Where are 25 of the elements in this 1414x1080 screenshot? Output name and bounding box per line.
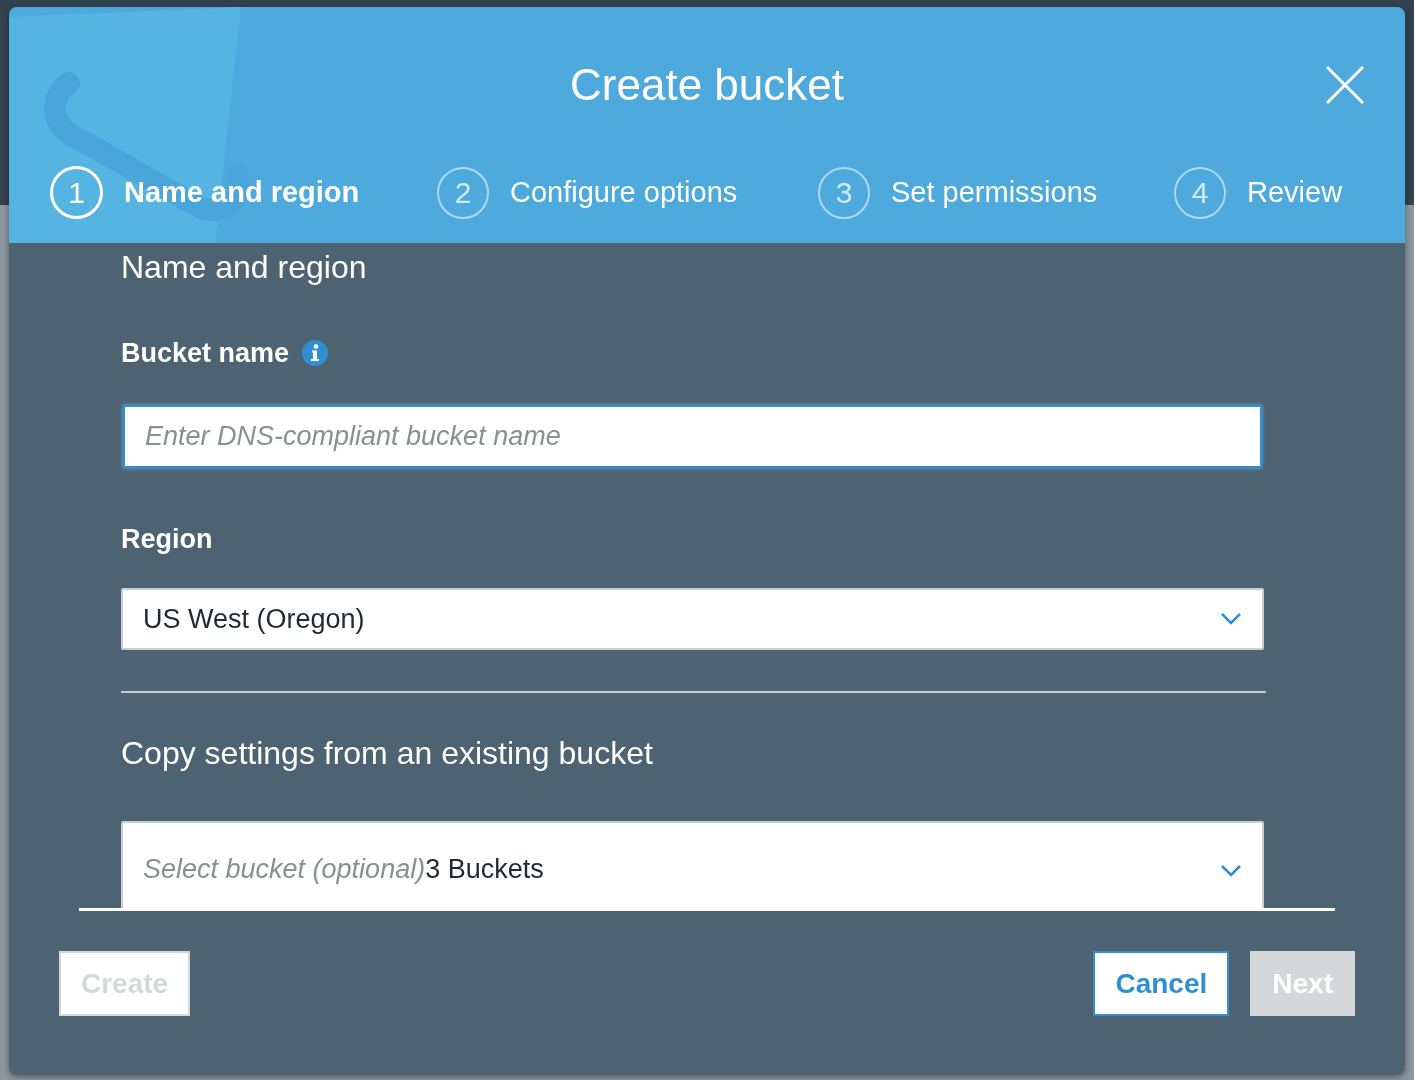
region-select[interactable]: US West (Oregon) (121, 588, 1264, 650)
dialog-title: Create bucket (569, 59, 845, 111)
bucket-name-input[interactable]: Enter DNS-compliant bucket name (123, 405, 1262, 468)
step-label: Set permissions (891, 176, 1098, 209)
close-button[interactable] (1325, 65, 1365, 105)
step-number: 2 (437, 166, 489, 219)
step-label: Name and region (124, 176, 360, 209)
section-title: Copy settings from an existing bucket (121, 734, 654, 773)
wizard-step[interactable]: 3 Set permissions (818, 166, 1174, 219)
bucket-select[interactable]: Select bucket (optional)3 Buckets (121, 821, 1264, 908)
step-label: Review (1247, 176, 1343, 209)
close-icon (1325, 65, 1365, 105)
field-label: Bucket name (121, 337, 290, 370)
step-number: 4 (1174, 166, 1226, 219)
step-number: 1 (50, 166, 103, 219)
wizard-step[interactable]: 4 Review (1174, 166, 1354, 219)
step-label: Configure options (510, 176, 738, 209)
section-title: Name and region (121, 248, 368, 287)
chevron-down-icon (1220, 612, 1242, 626)
wizard-step[interactable]: 1 Name and region (50, 166, 437, 219)
wizard-step[interactable]: 2 Configure options (437, 166, 818, 219)
step-number: 3 (818, 166, 870, 219)
field-label: Region (121, 523, 213, 556)
chevron-down-icon (1220, 864, 1242, 878)
dialog-button[interactable]: Cancel (1093, 951, 1230, 1016)
